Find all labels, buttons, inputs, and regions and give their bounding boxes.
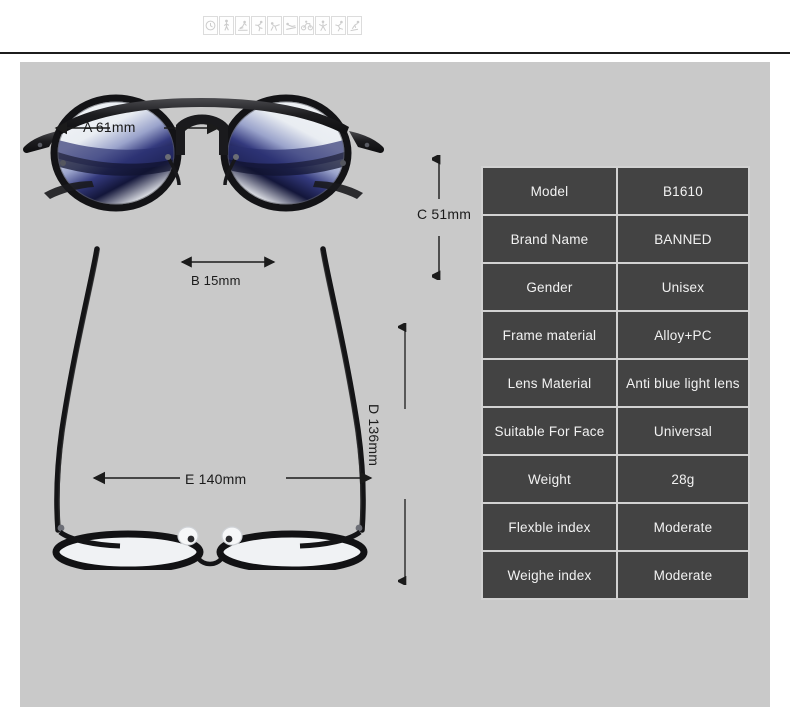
spec-value: Moderate (617, 504, 748, 550)
table-row: Brand Name BANNED (483, 216, 748, 262)
figure-skating-icon[interactable] (315, 16, 330, 35)
glasses-top-view-image (40, 240, 380, 570)
spec-value: 28g (617, 456, 748, 502)
table-row: Weight 28g (483, 456, 748, 502)
dimension-label-c: C 51mm (417, 206, 472, 222)
spec-value: Anti blue light lens (617, 360, 748, 406)
shooting-icon[interactable] (267, 16, 282, 35)
dimension-label-d: D 136mm (366, 404, 382, 467)
table-row: Model B1610 (483, 168, 748, 214)
pictogram-toolbar (203, 16, 362, 35)
specification-table: Model B1610 Brand Name BANNED Gender Uni… (481, 166, 750, 600)
skiing-icon[interactable] (235, 16, 250, 35)
spec-value: Universal (617, 408, 748, 454)
glasses-front-view-image (16, 85, 391, 225)
dimension-label-e: E 140mm (185, 471, 247, 487)
spec-label: Brand Name (483, 216, 616, 262)
table-row: Gender Unisex (483, 264, 748, 310)
spec-label: Weight (483, 456, 616, 502)
spec-label: Suitable For Face (483, 408, 616, 454)
walking-icon[interactable] (219, 16, 234, 35)
dimension-label-b: B 15mm (191, 273, 241, 288)
dimension-label-a: A 61mm (83, 119, 136, 135)
spec-value: B1610 (617, 168, 748, 214)
cycling-icon[interactable] (299, 16, 314, 35)
speed-skating-icon[interactable] (347, 16, 362, 35)
running-icon[interactable] (251, 16, 266, 35)
spec-value: Unisex (617, 264, 748, 310)
snowboarding-icon[interactable] (283, 16, 298, 35)
spec-label: Model (483, 168, 616, 214)
spec-label: Gender (483, 264, 616, 310)
table-row: Lens Material Anti blue light lens (483, 360, 748, 406)
table-row: Weighe index Moderate (483, 552, 748, 598)
table-row: Flexble index Moderate (483, 504, 748, 550)
hurdles-icon[interactable] (331, 16, 346, 35)
clock-icon[interactable] (203, 16, 218, 35)
table-row: Suitable For Face Universal (483, 408, 748, 454)
spec-label: Lens Material (483, 360, 616, 406)
table-row: Frame material Alloy+PC (483, 312, 748, 358)
spec-value: BANNED (617, 216, 748, 262)
spec-label: Weighe index (483, 552, 616, 598)
spec-label: Frame material (483, 312, 616, 358)
product-detail-page: A 61mm B 15mm C 51mm D 136mm E 140mm Mod… (0, 0, 790, 707)
spec-label: Flexble index (483, 504, 616, 550)
spec-value: Alloy+PC (617, 312, 748, 358)
spec-value: Moderate (617, 552, 748, 598)
header-divider (0, 52, 790, 54)
